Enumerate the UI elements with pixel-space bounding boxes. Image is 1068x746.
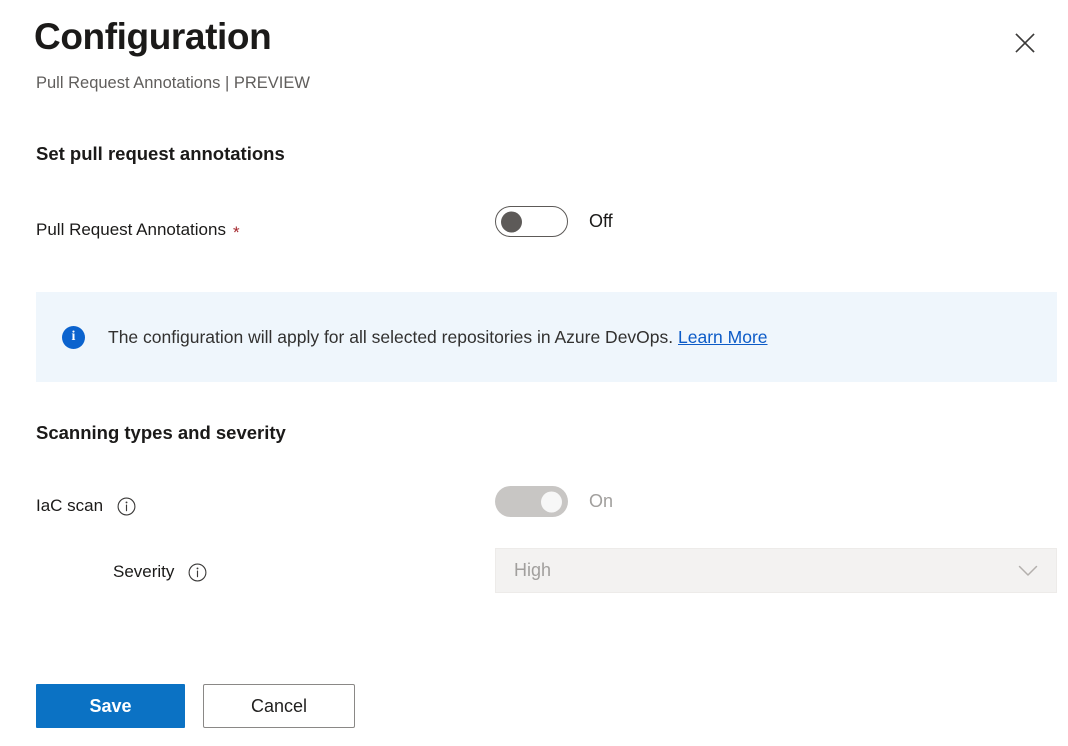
info-circle-icon[interactable] — [188, 563, 207, 582]
iac-scan-toggle — [495, 486, 568, 517]
pull-request-annotations-toggle-label: Off — [589, 211, 613, 231]
label-severity: Severity — [113, 562, 207, 582]
info-banner: i The configuration will apply for all s… — [36, 292, 1057, 382]
page-subtitle: Pull Request Annotations | PREVIEW — [36, 74, 310, 92]
severity-dropdown: High — [495, 548, 1057, 593]
close-button[interactable] — [1008, 26, 1042, 60]
info-banner-message: The configuration will apply for all sel… — [108, 326, 674, 347]
save-button[interactable]: Save — [36, 684, 185, 728]
section-heading-annotations: Set pull request annotations — [36, 143, 285, 164]
label-text: Severity — [113, 562, 175, 581]
pull-request-annotations-toggle-row: Off — [495, 206, 613, 237]
cancel-button[interactable]: Cancel — [203, 684, 355, 728]
toggle-knob — [541, 491, 562, 512]
info-icon: i — [62, 325, 85, 349]
page-title: Configuration — [34, 16, 272, 57]
close-icon — [1014, 32, 1036, 54]
learn-more-link[interactable]: Learn More — [678, 327, 768, 347]
toggle-knob — [501, 211, 522, 232]
iac-scan-toggle-label: On — [589, 491, 614, 511]
info-circle-icon[interactable] — [117, 497, 136, 516]
severity-dropdown-value: High — [514, 560, 552, 580]
required-asterisk: * — [232, 222, 240, 242]
info-banner-text: The configuration will apply for all sel… — [108, 327, 768, 348]
label-iac-scan: IaC scan — [36, 496, 136, 516]
pull-request-annotations-toggle[interactable] — [495, 206, 568, 237]
configuration-panel: Configuration Pull Request Annotations |… — [0, 0, 1068, 746]
label-text: IaC scan — [36, 496, 104, 515]
label-text: Pull Request Annotations — [36, 220, 226, 239]
section-heading-scanning: Scanning types and severity — [36, 422, 286, 443]
label-pull-request-annotations: Pull Request Annotations * — [36, 220, 240, 242]
chevron-down-icon — [1018, 565, 1038, 577]
iac-scan-toggle-row: On — [495, 486, 613, 517]
